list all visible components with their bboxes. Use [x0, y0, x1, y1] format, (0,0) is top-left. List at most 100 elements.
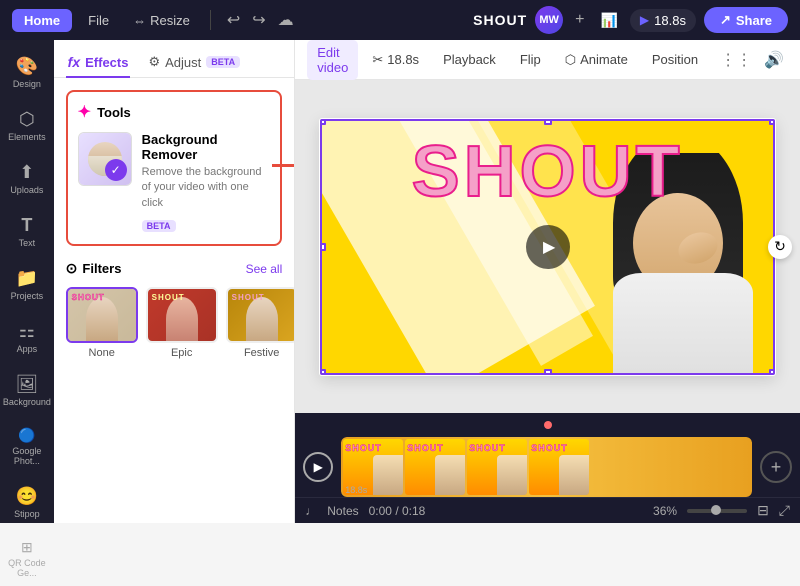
sidebar-item-qrcode[interactable]: ⊞ QR Code Ge... [1, 531, 53, 586]
filter-none-thumb: SHOUT [66, 287, 138, 343]
uploads-icon: ⬆ [19, 162, 34, 183]
see-all-link[interactable]: See all [246, 262, 283, 276]
chart-icon[interactable]: 📊 [596, 8, 621, 33]
sel-handle-tl[interactable] [320, 119, 326, 125]
tools-section: ✦ Tools ✓ Background Remover R [66, 90, 283, 246]
sidebar-item-uploads[interactable]: ⬆ Uploads [1, 154, 53, 203]
main-layout: 🎨 Design ⬡ Elements ⬆ Uploads T Text 📁 P… [0, 40, 800, 523]
filter-festive-thumb: SHOUT [226, 287, 296, 343]
sidebar-item-design[interactable]: 🎨 Design [1, 48, 53, 97]
sidebar-item-projects[interactable]: 📁 Projects [1, 260, 53, 309]
zoom-slider[interactable] [687, 509, 747, 513]
avatar[interactable]: MW [535, 6, 563, 34]
filter-none[interactable]: SHOUT None [66, 287, 138, 359]
redo-button[interactable]: ↪ [248, 8, 269, 32]
effects-content: ✦ Tools ✓ Background Remover R [54, 78, 295, 371]
filter-none-label: None [89, 347, 115, 359]
timeline-play-icon: ▶ [314, 460, 323, 474]
canvas-frame[interactable]: SHOUT ▶ [320, 119, 775, 375]
timeline-playhead[interactable] [544, 421, 552, 429]
check-icon: ✓ [105, 159, 127, 181]
bg-remover-card[interactable]: ✓ Background Remover Remove the backgrou… [78, 132, 271, 234]
sidebar-item-background[interactable]: 🖼 Background [1, 366, 53, 415]
sel-handle-bl[interactable] [320, 369, 326, 375]
projects-icon: 📁 [16, 268, 38, 289]
undo-redo-group: ↩ ↪ [223, 8, 270, 32]
sel-handle-ml[interactable] [320, 243, 326, 251]
filters-title: ⊙ Filters [66, 260, 122, 277]
canvas-shout-text: SHOUT [412, 131, 684, 213]
tab-adjust[interactable]: ⚙ Adjust BETA [146, 48, 242, 78]
sidebar-item-label: Background [3, 397, 51, 407]
beta-badge: BETA [206, 56, 240, 68]
sidebar-item-label: Projects [11, 291, 44, 301]
undo-button[interactable]: ↩ [223, 8, 244, 32]
file-tab[interactable]: File [80, 9, 117, 32]
filter-festive-label: Festive [244, 347, 279, 359]
filter-icon: ⊙ [66, 260, 78, 277]
add-clip-button[interactable]: + [760, 451, 792, 483]
play-triangle-icon: ▶ [543, 237, 555, 257]
sidebar-item-stipop[interactable]: 😊 Stipop [1, 478, 53, 527]
timeline-clip[interactable]: SHOUT SHOUT SHOUT SHOUT [341, 437, 752, 497]
timeline-duration: 18.8s [345, 485, 367, 495]
zoom-level: 36% [653, 504, 677, 518]
cut-time-btn[interactable]: ✂ 18.8s [362, 47, 429, 73]
position-btn[interactable]: Position [642, 47, 708, 72]
edit-video-btn[interactable]: Edit video [307, 40, 358, 80]
timeline-top [295, 413, 800, 437]
adjust-icon: ⚙ [148, 54, 160, 70]
volume-icon[interactable]: 🔊 [760, 46, 788, 74]
play-button[interactable]: ▶ [526, 225, 570, 269]
filter-epic[interactable]: SHOUT Epic [146, 287, 218, 359]
sel-handle-tc[interactable] [544, 119, 552, 125]
share-button[interactable]: ↗ Share [704, 7, 788, 33]
filter-epic-thumb: SHOUT [146, 287, 218, 343]
home-tab[interactable]: Home [12, 9, 72, 32]
sidebar-item-apps[interactable]: ⚏ Apps [1, 313, 53, 362]
sidebar-item-label: Design [13, 79, 41, 89]
left-sidebar: 🎨 Design ⬡ Elements ⬆ Uploads T Text 📁 P… [0, 40, 54, 523]
add-button[interactable]: + [571, 11, 588, 29]
filter-festive[interactable]: SHOUT Festive [226, 287, 296, 359]
clip-shout-mini-3: SHOUT [469, 443, 506, 453]
layout-icon[interactable]: ⊟ [757, 502, 769, 519]
tab-effects[interactable]: fx Effects [66, 48, 131, 78]
clip-person-mini-1 [373, 455, 403, 495]
sidebar-item-label: Google Phot... [5, 446, 49, 466]
sidebar-item-elements[interactable]: ⬡ Elements [1, 101, 53, 150]
sidebar-item-label: Elements [8, 132, 46, 142]
design-icon: 🎨 [16, 56, 38, 77]
playback-btn[interactable]: Playback [433, 47, 506, 72]
clip-thumb-4: SHOUT [529, 439, 589, 495]
timeline: ▶ SHOUT SHOUT SHOUT [295, 413, 800, 523]
resize-tab[interactable]: ⇔ Resize [125, 9, 198, 32]
notes-label: Notes [327, 504, 358, 518]
fullscreen-icon[interactable]: ⤢ [779, 502, 790, 519]
background-icon: 🖼 [15, 374, 38, 395]
effects-panel: fx Effects ⚙ Adjust BETA ✦ Tools [54, 40, 296, 523]
animate-btn[interactable]: ⬡ Animate [555, 47, 638, 73]
clip-person-mini-4 [559, 455, 589, 495]
resize-icon: ⇔ [133, 13, 146, 28]
clip-shout-mini-1: SHOUT [345, 443, 382, 453]
text-icon: T [21, 215, 32, 236]
clip-thumb-3: SHOUT [467, 439, 527, 495]
timeline-bottom: ♩ Notes 0:00 / 0:18 36% ⊟ ⤢ [295, 497, 800, 523]
sidebar-item-google-photos[interactable]: 🔵 Google Phot... [1, 419, 53, 474]
filters-header: ⊙ Filters See all [66, 260, 283, 277]
share-icon: ↗ [720, 12, 731, 28]
elements-icon: ⬡ [19, 109, 35, 130]
brand-title: SHOUT [473, 12, 527, 28]
timeline-play-button[interactable]: ▶ [303, 452, 333, 482]
bg-remover-beta-badge: BETA [142, 220, 176, 232]
sel-handle-tr[interactable] [769, 119, 775, 125]
flip-btn[interactable]: Flip [510, 47, 551, 72]
scissors-icon: ✂ [372, 52, 383, 68]
timeline-track: SHOUT SHOUT SHOUT SHOUT [341, 437, 752, 497]
bg-remover-info: Background Remover Remove the background… [142, 132, 271, 234]
sidebar-item-text[interactable]: T Text [1, 207, 53, 256]
grid-icon[interactable]: ⋮⋮ [716, 46, 756, 74]
video-toolbar: Edit video ✂ 18.8s Playback Flip ⬡ Anima… [295, 40, 800, 80]
sidebar-item-label: Apps [17, 344, 38, 354]
